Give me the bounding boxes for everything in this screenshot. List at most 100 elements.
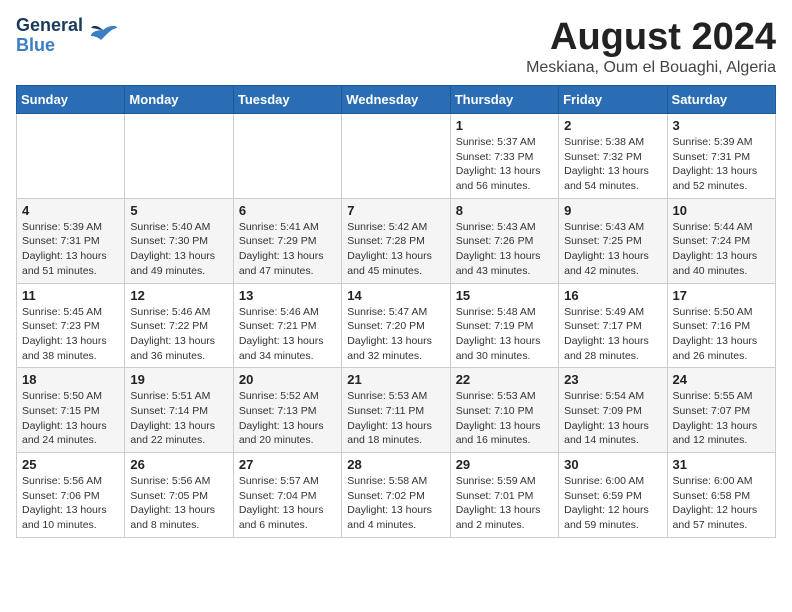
day-number: 6 — [239, 203, 336, 218]
day-cell: 20 Sunrise: 5:52 AM Sunset: 7:13 PM Dayli… — [233, 368, 341, 453]
week-row-3: 11 Sunrise: 5:45 AM Sunset: 7:23 PM Dayli… — [17, 283, 776, 368]
day-info: Sunrise: 6:00 AM Sunset: 6:58 PM Dayligh… — [673, 474, 770, 533]
day-cell: 8 Sunrise: 5:43 AM Sunset: 7:26 PM Daylig… — [450, 198, 558, 283]
day-info: Sunrise: 5:42 AM Sunset: 7:28 PM Dayligh… — [347, 220, 444, 279]
page-header: General Blue August 2024 Meskiana, Oum e… — [16, 16, 776, 77]
day-number: 18 — [22, 372, 119, 387]
day-number: 2 — [564, 118, 661, 133]
day-cell: 19 Sunrise: 5:51 AM Sunset: 7:14 PM Dayli… — [125, 368, 233, 453]
day-info: Sunrise: 5:50 AM Sunset: 7:15 PM Dayligh… — [22, 389, 119, 448]
day-info: Sunrise: 5:45 AM Sunset: 7:23 PM Dayligh… — [22, 305, 119, 364]
header-saturday: Saturday — [667, 86, 775, 114]
day-info: Sunrise: 5:43 AM Sunset: 7:26 PM Dayligh… — [456, 220, 553, 279]
day-number: 10 — [673, 203, 770, 218]
day-cell — [233, 114, 341, 199]
day-number: 11 — [22, 288, 119, 303]
day-cell: 16Sunrise: 5:49 AM Sunset: 7:17 PM Dayli… — [559, 283, 667, 368]
day-number: 8 — [456, 203, 553, 218]
header-wednesday: Wednesday — [342, 86, 450, 114]
day-cell: 4 Sunrise: 5:39 AM Sunset: 7:31 PM Daylig… — [17, 198, 125, 283]
week-row-1: 1 Sunrise: 5:37 AM Sunset: 7:33 PM Daylig… — [17, 114, 776, 199]
day-cell: 23Sunrise: 5:54 AM Sunset: 7:09 PM Dayli… — [559, 368, 667, 453]
day-info: Sunrise: 5:47 AM Sunset: 7:20 PM Dayligh… — [347, 305, 444, 364]
day-number: 1 — [456, 118, 553, 133]
day-info: Sunrise: 5:52 AM Sunset: 7:13 PM Dayligh… — [239, 389, 336, 448]
week-row-4: 18 Sunrise: 5:50 AM Sunset: 7:15 PM Dayli… — [17, 368, 776, 453]
day-number: 20 — [239, 372, 336, 387]
day-info: Sunrise: 5:53 AM Sunset: 7:11 PM Dayligh… — [347, 389, 444, 448]
day-cell: 10 Sunrise: 5:44 AM Sunset: 7:24 PM Dayli… — [667, 198, 775, 283]
day-cell: 28Sunrise: 5:58 AM Sunset: 7:02 PM Dayli… — [342, 453, 450, 538]
logo-line2: Blue — [16, 36, 83, 56]
day-cell: 14 Sunrise: 5:47 AM Sunset: 7:20 PM Dayli… — [342, 283, 450, 368]
header-row: SundayMondayTuesdayWednesdayThursdayFrid… — [17, 86, 776, 114]
header-monday: Monday — [125, 86, 233, 114]
day-cell — [17, 114, 125, 199]
day-cell: 6 Sunrise: 5:41 AM Sunset: 7:29 PM Daylig… — [233, 198, 341, 283]
day-cell — [125, 114, 233, 199]
day-info: Sunrise: 5:38 AM Sunset: 7:32 PM Dayligh… — [564, 135, 661, 194]
day-info: Sunrise: 5:44 AM Sunset: 7:24 PM Dayligh… — [673, 220, 770, 279]
day-number: 13 — [239, 288, 336, 303]
logo-line1: General — [16, 16, 83, 36]
day-info: Sunrise: 5:39 AM Sunset: 7:31 PM Dayligh… — [673, 135, 770, 194]
header-friday: Friday — [559, 86, 667, 114]
day-info: Sunrise: 5:53 AM Sunset: 7:10 PM Dayligh… — [456, 389, 553, 448]
day-number: 31 — [673, 457, 770, 472]
month-title: August 2024 — [526, 16, 776, 59]
day-cell: 15 Sunrise: 5:48 AM Sunset: 7:19 PM Dayli… — [450, 283, 558, 368]
day-info: Sunrise: 5:57 AM Sunset: 7:04 PM Dayligh… — [239, 474, 336, 533]
day-number: 5 — [130, 203, 227, 218]
day-info: Sunrise: 5:51 AM Sunset: 7:14 PM Dayligh… — [130, 389, 227, 448]
week-row-5: 25Sunrise: 5:56 AM Sunset: 7:06 PM Dayli… — [17, 453, 776, 538]
week-row-2: 4 Sunrise: 5:39 AM Sunset: 7:31 PM Daylig… — [17, 198, 776, 283]
day-info: Sunrise: 5:54 AM Sunset: 7:09 PM Dayligh… — [564, 389, 661, 448]
day-number: 19 — [130, 372, 227, 387]
day-info: Sunrise: 5:56 AM Sunset: 7:06 PM Dayligh… — [22, 474, 119, 533]
day-info: Sunrise: 5:46 AM Sunset: 7:21 PM Dayligh… — [239, 305, 336, 364]
day-cell: 5 Sunrise: 5:40 AM Sunset: 7:30 PM Daylig… — [125, 198, 233, 283]
day-number: 15 — [456, 288, 553, 303]
day-info: Sunrise: 5:48 AM Sunset: 7:19 PM Dayligh… — [456, 305, 553, 364]
day-info: Sunrise: 5:55 AM Sunset: 7:07 PM Dayligh… — [673, 389, 770, 448]
day-number: 16 — [564, 288, 661, 303]
day-cell — [342, 114, 450, 199]
day-number: 26 — [130, 457, 227, 472]
header-tuesday: Tuesday — [233, 86, 341, 114]
day-number: 9 — [564, 203, 661, 218]
day-number: 30 — [564, 457, 661, 472]
day-number: 27 — [239, 457, 336, 472]
day-cell: 30Sunrise: 6:00 AM Sunset: 6:59 PM Dayli… — [559, 453, 667, 538]
header-sunday: Sunday — [17, 86, 125, 114]
location-subtitle: Meskiana, Oum el Bouaghi, Algeria — [526, 59, 776, 77]
day-cell: 2 Sunrise: 5:38 AM Sunset: 7:32 PM Daylig… — [559, 114, 667, 199]
day-number: 3 — [673, 118, 770, 133]
logo-bird-icon — [87, 22, 119, 50]
day-info: Sunrise: 5:41 AM Sunset: 7:29 PM Dayligh… — [239, 220, 336, 279]
day-info: Sunrise: 5:39 AM Sunset: 7:31 PM Dayligh… — [22, 220, 119, 279]
day-info: Sunrise: 5:43 AM Sunset: 7:25 PM Dayligh… — [564, 220, 661, 279]
header-thursday: Thursday — [450, 86, 558, 114]
day-info: Sunrise: 5:37 AM Sunset: 7:33 PM Dayligh… — [456, 135, 553, 194]
day-number: 24 — [673, 372, 770, 387]
day-cell: 9 Sunrise: 5:43 AM Sunset: 7:25 PM Daylig… — [559, 198, 667, 283]
day-cell: 17Sunrise: 5:50 AM Sunset: 7:16 PM Dayli… — [667, 283, 775, 368]
day-cell: 18 Sunrise: 5:50 AM Sunset: 7:15 PM Dayli… — [17, 368, 125, 453]
day-number: 7 — [347, 203, 444, 218]
day-cell: 25Sunrise: 5:56 AM Sunset: 7:06 PM Dayli… — [17, 453, 125, 538]
day-number: 4 — [22, 203, 119, 218]
day-cell: 27 Sunrise: 5:57 AM Sunset: 7:04 PM Dayli… — [233, 453, 341, 538]
calendar-body: 1 Sunrise: 5:37 AM Sunset: 7:33 PM Daylig… — [17, 114, 776, 538]
calendar-header: SundayMondayTuesdayWednesdayThursdayFrid… — [17, 86, 776, 114]
day-cell: 1 Sunrise: 5:37 AM Sunset: 7:33 PM Daylig… — [450, 114, 558, 199]
title-block: August 2024 Meskiana, Oum el Bouaghi, Al… — [526, 16, 776, 77]
day-number: 28 — [347, 457, 444, 472]
day-cell: 29Sunrise: 5:59 AM Sunset: 7:01 PM Dayli… — [450, 453, 558, 538]
calendar-table: SundayMondayTuesdayWednesdayThursdayFrid… — [16, 85, 776, 538]
day-cell: 22Sunrise: 5:53 AM Sunset: 7:10 PM Dayli… — [450, 368, 558, 453]
day-number: 14 — [347, 288, 444, 303]
day-info: Sunrise: 5:40 AM Sunset: 7:30 PM Dayligh… — [130, 220, 227, 279]
day-number: 17 — [673, 288, 770, 303]
day-number: 29 — [456, 457, 553, 472]
day-cell: 31 Sunrise: 6:00 AM Sunset: 6:58 PM Dayli… — [667, 453, 775, 538]
